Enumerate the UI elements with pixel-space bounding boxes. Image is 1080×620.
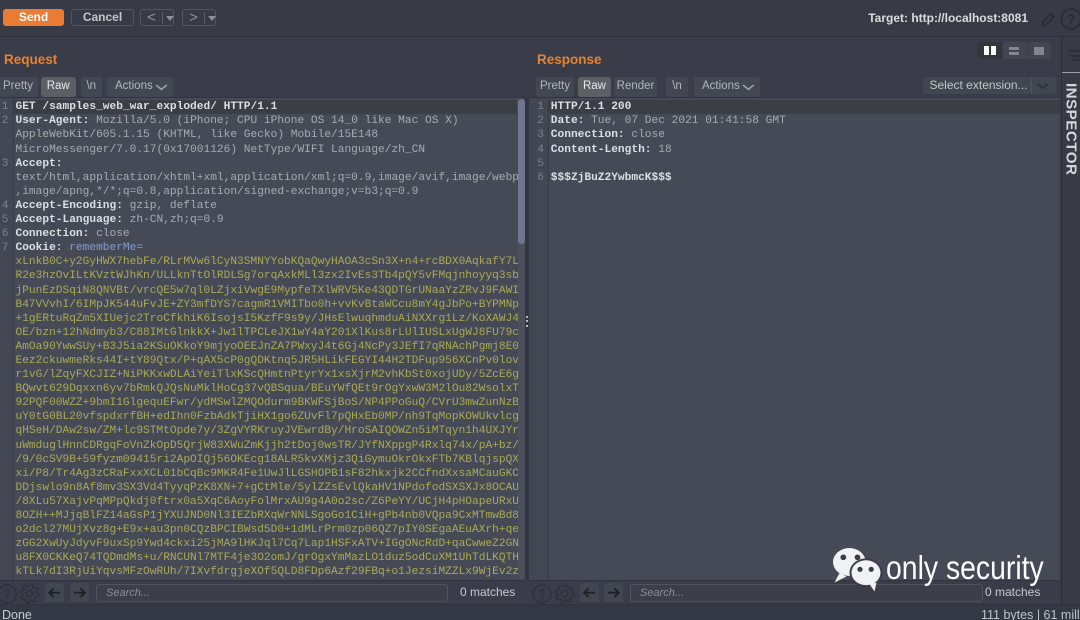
svg-text:?: ? [1067, 11, 1076, 27]
svg-text:?: ? [538, 587, 546, 602]
svg-text:?: ? [3, 587, 11, 602]
